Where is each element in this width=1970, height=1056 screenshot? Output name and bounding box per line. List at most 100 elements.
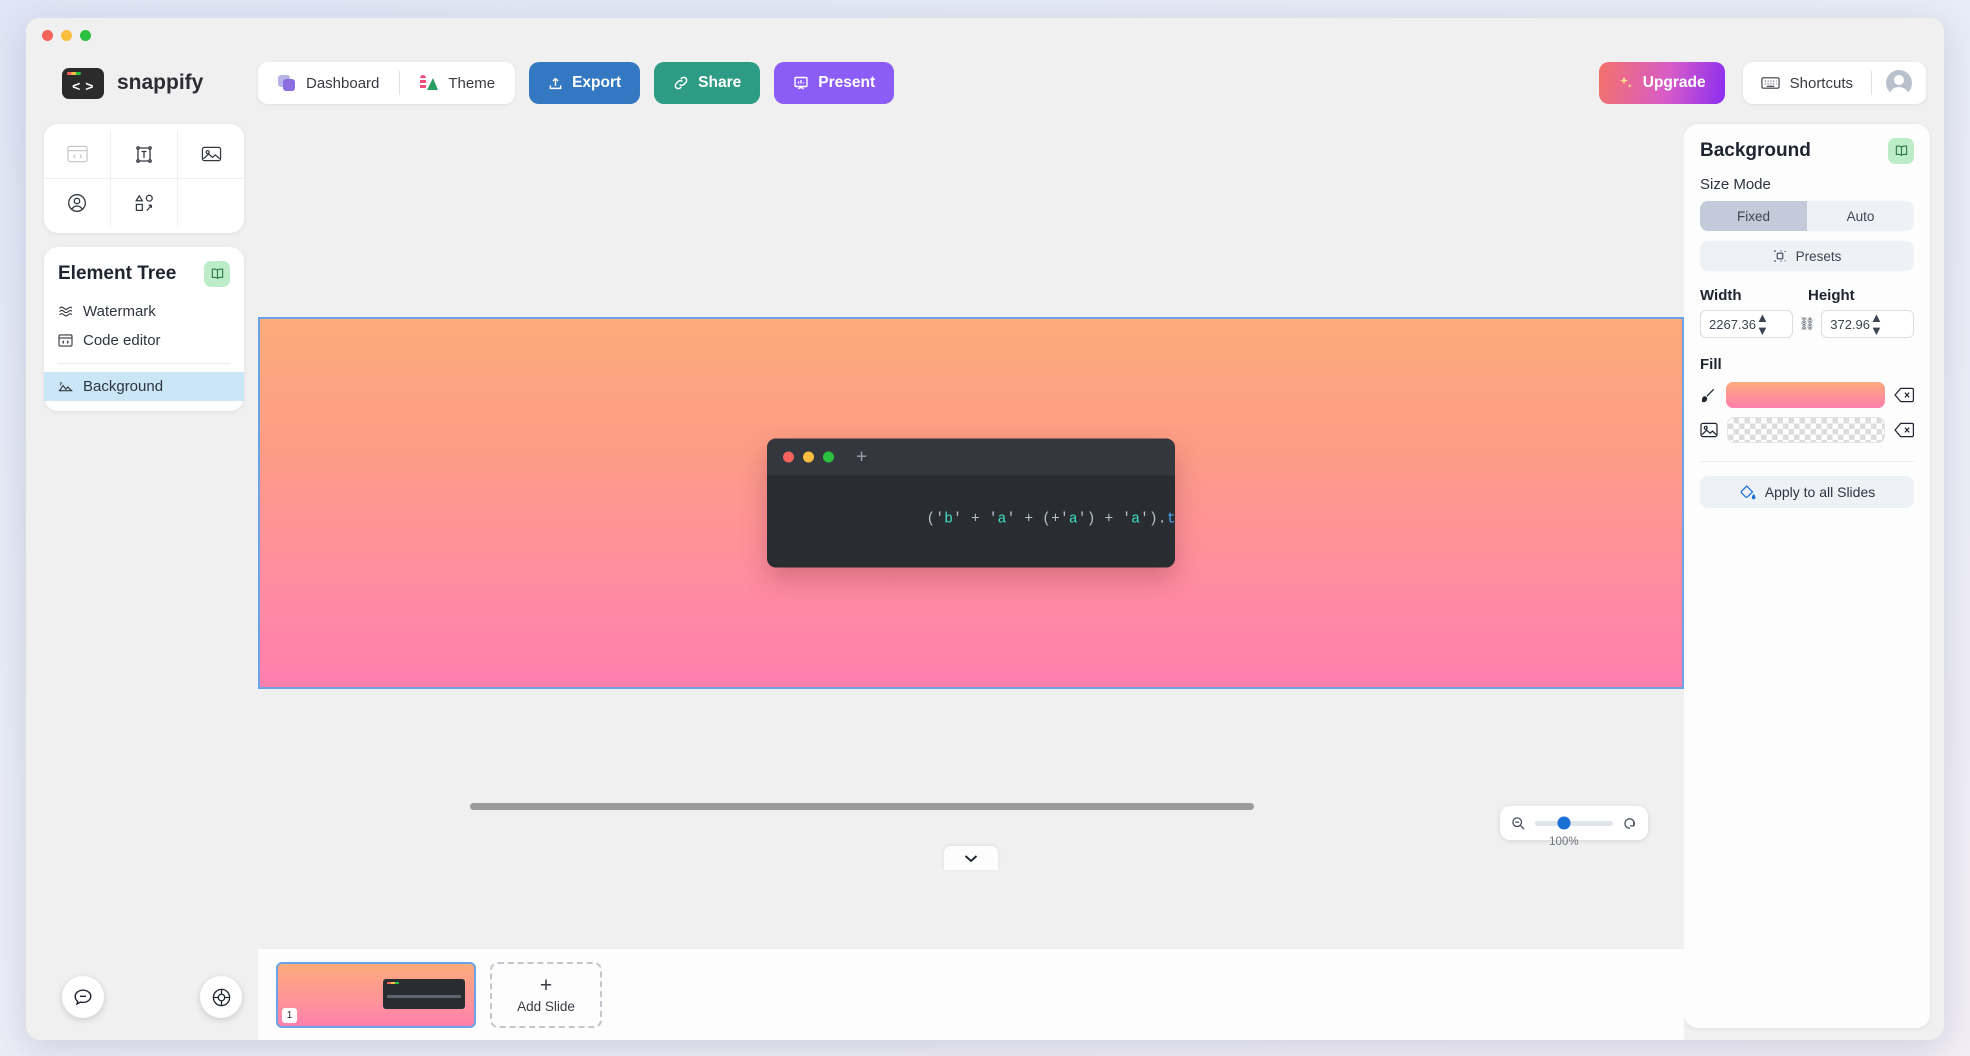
insert-tools-panel (44, 124, 244, 233)
zoom-level-label: 100% (1549, 836, 1578, 848)
width-input[interactable]: 2267.36 ▲▼ (1700, 310, 1793, 338)
link-icon (673, 75, 689, 91)
code-token: (' (926, 512, 944, 528)
slide-canvas[interactable]: + ('b' + 'a' + (+'a') + 'a').toLowerCase… (258, 317, 1684, 689)
size-mode-label: Size Mode (1700, 176, 1914, 193)
feedback-bubble-button[interactable] (62, 976, 104, 1018)
height-value: 372.96 (1830, 317, 1870, 332)
presets-label: Presets (1796, 249, 1842, 264)
height-label: Height (1808, 287, 1855, 304)
avatar-icon (67, 193, 87, 213)
help-globe-button[interactable] (200, 976, 242, 1018)
keyboard-icon (1761, 76, 1780, 90)
insert-tools-row-1 (44, 130, 244, 178)
add-tab-icon[interactable]: + (856, 448, 867, 467)
code-window-icon (58, 334, 73, 347)
window-close-button[interactable] (42, 30, 53, 41)
clear-fill-image-icon[interactable] (1894, 422, 1914, 438)
background-icon (58, 380, 73, 393)
watermark-icon (58, 305, 73, 318)
zoom-slider-thumb[interactable] (1557, 817, 1570, 830)
avatar-tool[interactable] (44, 179, 110, 227)
app-header: < > snappify Dashboard Theme Export (26, 52, 1944, 114)
apply-to-all-slides-button[interactable]: Apply to all Slides (1700, 476, 1914, 508)
tree-item-code-editor[interactable]: Code editor (44, 326, 244, 355)
share-button[interactable]: Share (654, 62, 760, 104)
tool-empty-cell (177, 179, 244, 227)
element-tree-title: Element Tree (58, 263, 176, 285)
size-mode-auto[interactable]: Auto (1807, 201, 1914, 231)
clear-fill-color-icon[interactable] (1894, 387, 1914, 403)
window-titlebar (26, 18, 1944, 52)
canvas-horizontal-scrollbar[interactable] (470, 803, 1254, 810)
canvas-column: + ('b' + 'a' + (+'a') + 'a').toLowerCase… (258, 114, 1684, 1040)
code-token: toLowerCase (1167, 512, 1175, 528)
link-dimensions-icon[interactable]: ⛓ (1799, 316, 1816, 332)
theme-palette-icon (420, 75, 438, 92)
window-minimize-button[interactable] (61, 30, 72, 41)
code-window-tool[interactable] (44, 130, 110, 178)
brand-name: snappify (117, 71, 203, 95)
upgrade-button[interactable]: Upgrade (1599, 62, 1725, 104)
nav-theme[interactable]: Theme (400, 62, 515, 104)
shortcuts-button[interactable]: Shortcuts (1743, 62, 1871, 104)
insert-tools-row-2 (44, 178, 244, 227)
code-token: ' + ' (953, 512, 998, 528)
size-mode-fixed[interactable]: Fixed (1700, 201, 1807, 231)
text-tool[interactable] (110, 130, 177, 178)
tree-item-background-label: Background (83, 378, 163, 395)
window-maximize-button[interactable] (80, 30, 91, 41)
share-label: Share (698, 74, 741, 92)
zoom-controls: 100% (1500, 806, 1648, 840)
account-button[interactable] (1872, 70, 1926, 96)
export-button[interactable]: Export (529, 62, 640, 104)
nav-dashboard-label: Dashboard (306, 75, 379, 92)
tree-item-background[interactable]: Background (44, 372, 244, 401)
floating-buttons (62, 976, 242, 1018)
present-button[interactable]: Present (774, 62, 894, 104)
height-stepper[interactable]: ▲▼ (1870, 311, 1908, 337)
sparkles-icon (1618, 75, 1634, 91)
code-token: a (1131, 512, 1140, 528)
image-tool[interactable] (177, 130, 244, 178)
canvas-area[interactable]: + ('b' + 'a' + (+'a') + 'a').toLowerCase… (258, 114, 1684, 948)
code-token: b (944, 512, 953, 528)
zoom-reset-icon[interactable] (1622, 816, 1637, 831)
tree-item-watermark[interactable]: Watermark (44, 297, 244, 326)
apply-to-all-slides-label: Apply to all Slides (1765, 484, 1876, 500)
width-stepper[interactable]: ▲▼ (1756, 311, 1787, 337)
shapes-tool[interactable] (110, 179, 177, 227)
presets-button[interactable]: Presets (1700, 241, 1914, 271)
add-slide-button[interactable]: + Add Slide (490, 962, 602, 1028)
collapse-slides-button[interactable] (944, 846, 998, 870)
tree-divider (58, 363, 230, 364)
fill-color-swatch[interactable] (1726, 382, 1885, 408)
header-right-group: Shortcuts (1743, 62, 1926, 104)
element-tree-panel: Element Tree Watermark (44, 247, 244, 411)
globe-help-icon (211, 987, 232, 1008)
height-input[interactable]: 372.96 ▲▼ (1821, 310, 1914, 338)
code-editor-element[interactable]: + ('b' + 'a' + (+'a') + 'a').toLowerCase… (767, 439, 1175, 568)
left-sidebar: Element Tree Watermark (26, 114, 258, 1040)
fill-label: Fill (1700, 356, 1914, 373)
code-window-maximize-dot (823, 452, 834, 463)
element-tree-docs-button[interactable] (204, 261, 230, 287)
tree-item-code-editor-label: Code editor (83, 332, 161, 349)
book-icon (210, 267, 225, 281)
dimension-labels: Width Height (1700, 287, 1914, 304)
fill-image-swatch[interactable] (1727, 417, 1885, 443)
nav-dashboard[interactable]: Dashboard (258, 62, 399, 104)
zoom-out-icon[interactable] (1511, 816, 1526, 831)
code-window-minimize-dot (803, 452, 814, 463)
slide-thumbnail[interactable]: 1 (276, 962, 476, 1028)
app-body: Element Tree Watermark (26, 114, 1944, 1040)
fill-image-row (1700, 417, 1914, 443)
code-window-close-dot (783, 452, 794, 463)
text-icon (134, 145, 154, 164)
code-token: a (998, 512, 1007, 528)
slide-number: 1 (282, 1008, 297, 1023)
properties-docs-button[interactable] (1888, 138, 1914, 164)
zoom-slider[interactable]: 100% (1535, 821, 1613, 826)
dashboard-squares-icon (278, 75, 296, 91)
element-tree-header: Element Tree (44, 261, 244, 297)
